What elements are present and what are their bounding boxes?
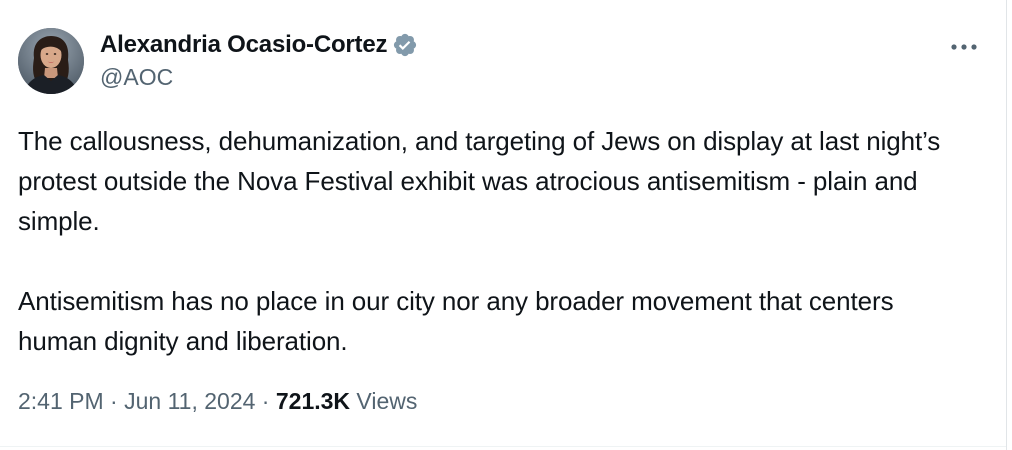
- author-avatar[interactable]: [18, 28, 84, 94]
- meta-separator: ·: [261, 388, 270, 414]
- author-display-name[interactable]: Alexandria Ocasio-Cortez: [100, 31, 387, 59]
- tweet-text: The callousness, dehumanization, and tar…: [18, 121, 978, 361]
- views-count: 721.3K: [275, 388, 351, 414]
- views-label: Views: [356, 388, 418, 414]
- bottom-divider: [0, 446, 1006, 447]
- author-name-row: Alexandria Ocasio-Cortez: [100, 30, 418, 60]
- tweet-date[interactable]: Jun 11, 2024: [124, 388, 255, 414]
- author-block: Alexandria Ocasio-Cortez @AOC: [100, 30, 418, 91]
- tweet-paragraph: The callousness, dehumanization, and tar…: [18, 126, 941, 236]
- author-handle[interactable]: @AOC: [100, 64, 418, 91]
- avatar-photo: [18, 28, 84, 94]
- meta-separator: ·: [110, 388, 118, 414]
- tweet-meta: 2:41 PM · Jun 11, 2024 · 721.3K Views: [18, 388, 417, 415]
- tweet-card: Alexandria Ocasio-Cortez @AOC The callou…: [0, 0, 1006, 450]
- more-horizontal-icon[interactable]: [944, 34, 984, 60]
- right-divider: [1006, 0, 1007, 450]
- tweet-paragraph: Antisemitism has no place in our city no…: [18, 286, 894, 356]
- verified-badge-icon[interactable]: [392, 32, 418, 58]
- tweet-time[interactable]: 2:41 PM: [18, 388, 104, 414]
